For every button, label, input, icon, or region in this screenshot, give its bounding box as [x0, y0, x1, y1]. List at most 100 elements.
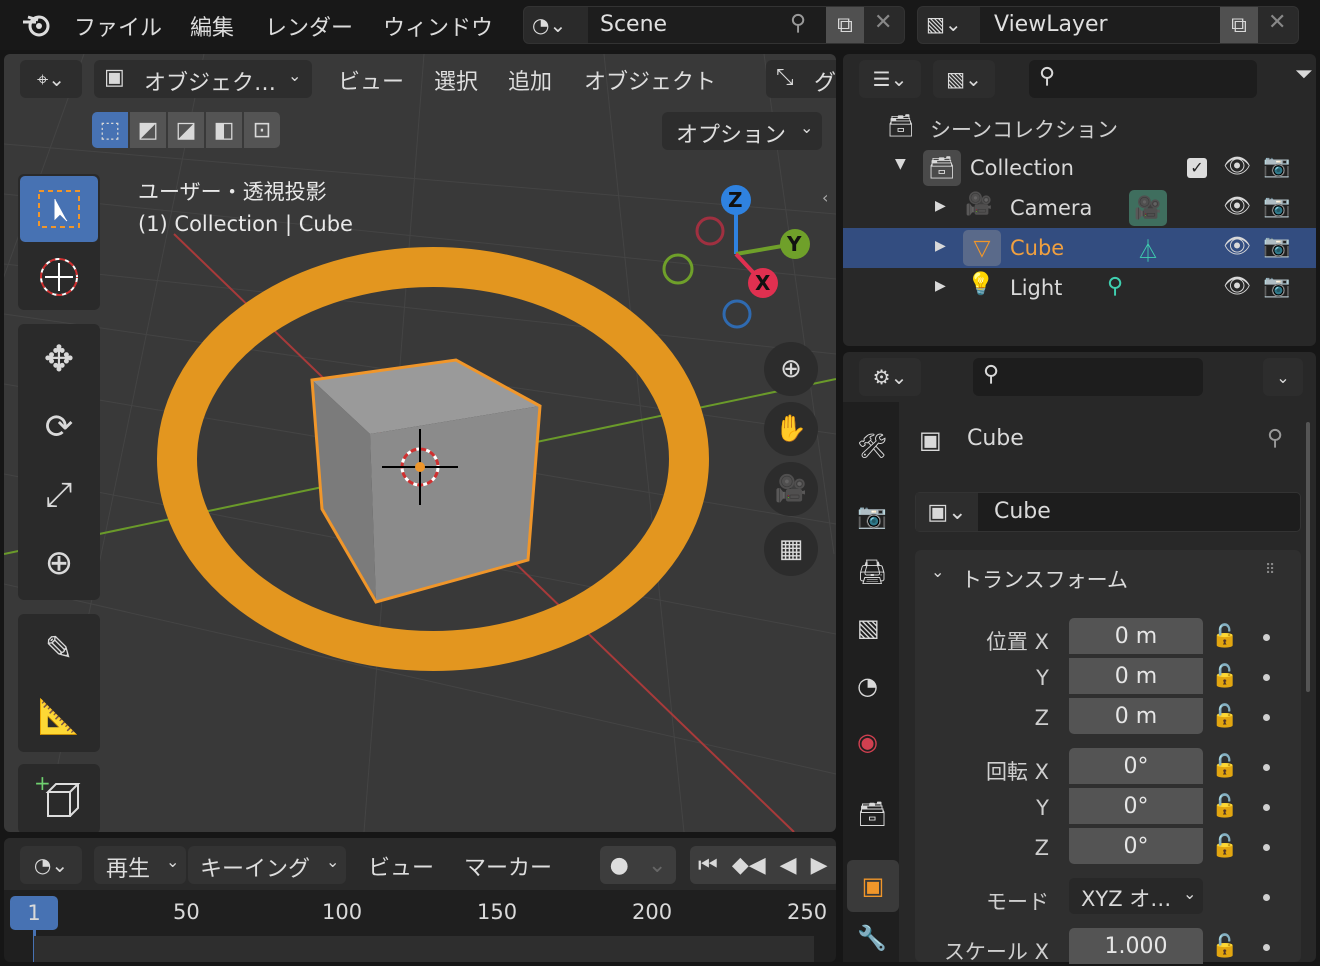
menu-edit[interactable]: 編集: [190, 10, 234, 42]
mode-dropdown[interactable]: ▣ オブジェク… ⌄: [94, 60, 312, 98]
keyframe-dot[interactable]: [1263, 844, 1270, 851]
camera-view-icon[interactable]: 🎥: [764, 462, 818, 516]
scene-collection-label[interactable]: シーンコレクション: [930, 114, 1118, 144]
cursor-tool[interactable]: [20, 244, 98, 310]
editor-type-button[interactable]: ⌖⌄: [20, 60, 82, 98]
pan-hand-icon[interactable]: ✋: [764, 402, 818, 456]
object-type-icon[interactable]: ▣⌄: [916, 493, 978, 531]
properties-search-input[interactable]: ⚲: [973, 358, 1203, 396]
cube[interactable]: [310, 358, 542, 604]
expand-arrow-icon[interactable]: ▶: [935, 278, 946, 294]
render-camera-icon[interactable]: 📷: [1263, 154, 1290, 179]
mesh-data-icon[interactable]: ⏃: [1137, 234, 1159, 266]
lock-icon[interactable]: 🔓: [1211, 624, 1238, 649]
object-tab-icon[interactable]: ▣: [847, 860, 899, 912]
location-y-field[interactable]: 0 m: [1069, 658, 1203, 694]
render-camera-icon[interactable]: 📷: [1263, 194, 1290, 219]
expand-arrow-icon[interactable]: ▼: [895, 156, 906, 172]
select-invert-icon[interactable]: ◧: [206, 112, 242, 148]
new-viewlayer-icon[interactable]: ⧉: [1220, 7, 1258, 43]
blender-logo-icon[interactable]: [20, 10, 54, 40]
viewlayer-name[interactable]: ViewLayer: [994, 12, 1108, 37]
eye-icon[interactable]: 👁: [1223, 154, 1251, 179]
render-camera-icon[interactable]: 📷: [1263, 274, 1290, 299]
transform-orientation-button[interactable]: ⤡ グ: [766, 60, 836, 98]
light-data-icon[interactable]: ⚲: [1107, 274, 1123, 299]
outliner-row-camera[interactable]: ▶ 🎥 Camera 🎥 👁 📷: [843, 188, 1316, 228]
location-x-field[interactable]: 0 m: [1069, 618, 1203, 654]
keyframe-dot[interactable]: [1263, 894, 1270, 901]
close-icon[interactable]: ✕: [874, 10, 892, 35]
camera-data-icon[interactable]: 🎥: [1129, 190, 1167, 226]
properties-options-button[interactable]: ⌄: [1263, 358, 1303, 396]
annotate-tool-icon[interactable]: ✎: [20, 616, 98, 682]
object-name-field[interactable]: Cube: [994, 499, 1051, 524]
filter-icon[interactable]: ⏷: [1295, 62, 1313, 87]
menu-window[interactable]: ウィンドウ: [383, 10, 493, 42]
display-mode-button[interactable]: ▧⌄: [933, 60, 995, 98]
keying-dropdown[interactable]: キーイング ⌄: [188, 846, 346, 884]
frame-ruler[interactable]: [4, 894, 836, 934]
eye-icon[interactable]: 👁: [1223, 194, 1251, 219]
outliner-search-input[interactable]: ⚲: [1029, 60, 1257, 98]
lock-icon[interactable]: 🔓: [1211, 794, 1238, 819]
scale-x-field[interactable]: 1.000: [1069, 928, 1203, 964]
keyframe-dot[interactable]: [1263, 944, 1270, 951]
perspective-grid-icon[interactable]: ▦: [764, 522, 818, 576]
menu-object[interactable]: オブジェクト: [584, 64, 716, 96]
select-intersect-icon[interactable]: ⊡: [244, 112, 280, 148]
timeline-track[interactable]: [34, 936, 814, 962]
pin-icon[interactable]: ⚲: [790, 11, 806, 36]
viewlayer-icon[interactable]: ▧⌄: [926, 12, 962, 36]
new-scene-icon[interactable]: ⧉: [826, 7, 864, 43]
scene-selector[interactable]: ◔⌄ Scene ⚲ ⧉ ✕: [523, 6, 905, 44]
collection-checkbox[interactable]: ✓: [1187, 158, 1207, 178]
view-layer-tab-icon[interactable]: ▧: [857, 614, 880, 642]
play-icon[interactable]: ▶: [811, 853, 828, 878]
properties-scrollbar[interactable]: [1306, 422, 1310, 692]
world-tab-icon[interactable]: ◉: [857, 728, 878, 756]
viewlayer-selector[interactable]: ▧⌄ ViewLayer ⧉ ✕: [917, 6, 1299, 44]
tool-tab-icon[interactable]: 🛠: [857, 432, 887, 460]
scale-tool-icon[interactable]: ⤢: [20, 462, 98, 528]
keyframe-dot[interactable]: [1263, 764, 1270, 771]
lock-icon[interactable]: 🔓: [1211, 934, 1238, 959]
jump-start-icon[interactable]: ⏮: [698, 853, 718, 878]
select-subtract-icon[interactable]: ◪: [168, 112, 204, 148]
keyframe-dot[interactable]: [1263, 634, 1270, 641]
eye-icon[interactable]: 👁: [1223, 234, 1251, 259]
add-cube-tool-icon[interactable]: +: [20, 766, 98, 832]
sidebar-toggle-icon[interactable]: ‹: [822, 188, 828, 207]
current-frame-indicator[interactable]: 1: [10, 896, 58, 930]
3d-viewport[interactable]: Z Y X ⌖⌄ ▣ オブジェク… ⌄ ビュー 選択 追加 オブジェクト ⤡ グ…: [4, 54, 836, 832]
timeline-menu-marker[interactable]: マーカー: [464, 850, 552, 882]
object-datablock-field[interactable]: ▣⌄ Cube: [915, 492, 1301, 532]
rotation-mode-dropdown[interactable]: XYZ オ… ⌄: [1069, 878, 1203, 914]
playback-dropdown[interactable]: 再生 ⌄: [94, 846, 186, 884]
chevron-down-icon[interactable]: ⌄: [931, 562, 944, 581]
collection-row[interactable]: ▼ 🗃 Collection ✓ 👁 📷: [843, 148, 1316, 188]
keyframe-dot[interactable]: [1263, 674, 1270, 681]
menu-add[interactable]: 追加: [508, 64, 552, 96]
transform-tool-icon[interactable]: ⊕: [20, 530, 98, 596]
eye-icon[interactable]: 👁: [1223, 274, 1251, 299]
scene-icon[interactable]: ◔⌄: [532, 13, 582, 39]
rotation-y-field[interactable]: 0°: [1069, 788, 1203, 824]
select-extend-icon[interactable]: ◩: [130, 112, 166, 148]
play-reverse-icon[interactable]: ◀: [780, 853, 797, 878]
lock-icon[interactable]: 🔓: [1211, 704, 1238, 729]
auto-keying-toggle[interactable]: ● ⌄: [600, 846, 676, 884]
render-camera-icon[interactable]: 📷: [1263, 234, 1290, 259]
panel-title[interactable]: トランスフォーム: [961, 564, 1128, 594]
properties-editor-type[interactable]: ⚙⌄: [859, 358, 921, 396]
prev-keyframe-icon[interactable]: ◆◀: [732, 853, 766, 878]
measure-tool-icon[interactable]: 📐: [20, 684, 98, 750]
rotation-z-field[interactable]: 0°: [1069, 828, 1203, 864]
location-z-field[interactable]: 0 m: [1069, 698, 1203, 734]
move-tool-icon[interactable]: ✥: [20, 326, 98, 392]
lock-icon[interactable]: 🔓: [1211, 664, 1238, 689]
menu-render[interactable]: レンダー: [265, 10, 353, 42]
output-tab-icon[interactable]: 🖨: [857, 558, 887, 586]
select-box-tool[interactable]: [20, 176, 98, 242]
modifier-tab-icon[interactable]: 🔧: [857, 924, 887, 952]
